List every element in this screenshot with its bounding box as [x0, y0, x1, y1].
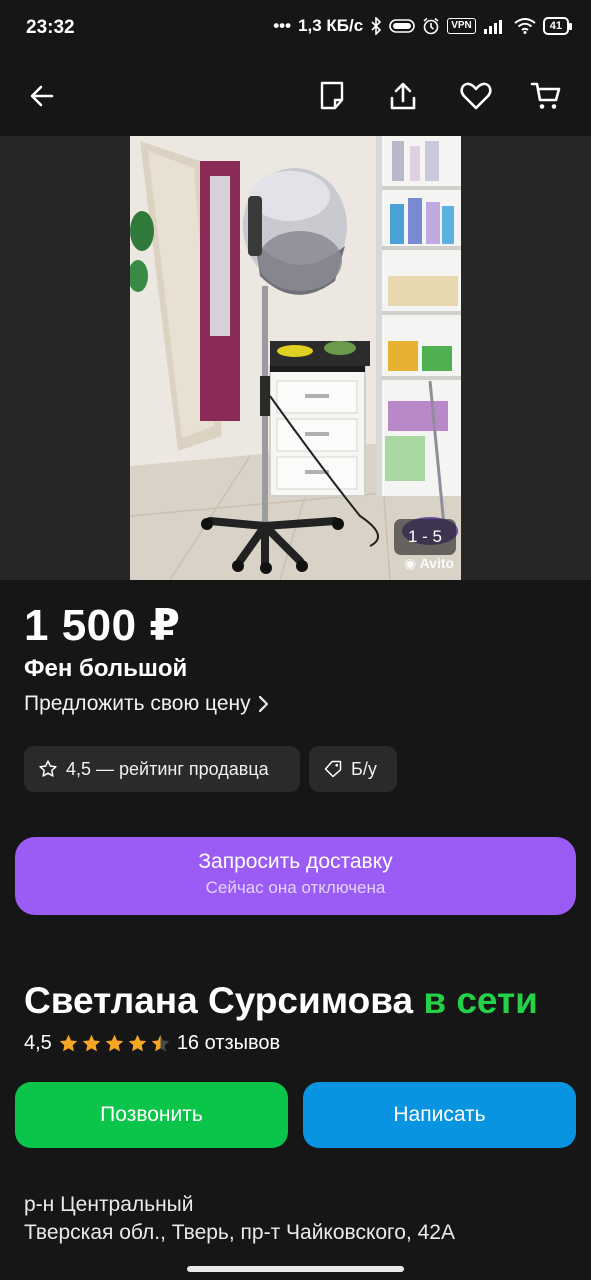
share-icon[interactable] [383, 76, 423, 116]
chevron-right-icon [258, 695, 268, 713]
seller-rating-row[interactable]: 4,5 16 отзывов [24, 1032, 280, 1055]
seller-name[interactable]: Светлана Сурсимова [24, 980, 413, 1021]
avito-watermark: ◉ Avito [404, 555, 454, 572]
vpn-icon: VPN [447, 18, 476, 34]
request-delivery-button[interactable]: Запросить доставку Сейчас она отключена [15, 837, 576, 915]
reviews-count[interactable]: 16 отзывов [177, 1032, 280, 1055]
star-outline-icon [39, 760, 57, 777]
call-button[interactable]: Позвонить [15, 1082, 288, 1148]
home-indicator[interactable] [187, 1266, 404, 1272]
cart-icon[interactable] [526, 76, 566, 116]
photo-gallery[interactable]: 1 - 5 [0, 136, 591, 580]
seller-rating-chip[interactable]: 4,5 — рейтинг продавца [24, 746, 300, 792]
half-star-icon [151, 1034, 170, 1052]
condition-chip[interactable]: Б/у [309, 746, 397, 792]
toggle-icon [389, 19, 415, 33]
seller-rating-value: 4,5 [24, 1032, 52, 1054]
status-time: 23:32 [26, 17, 75, 38]
heart-icon[interactable] [456, 76, 496, 116]
product-photo[interactable]: 1 - 5 [130, 136, 461, 580]
status-icons: ••• 1,3 КБ/с VPN 41 [273, 16, 573, 36]
status-bar: 23:32 ••• 1,3 КБ/с VPN 41 [0, 0, 591, 56]
listing-title: Фен большой [24, 655, 188, 682]
watermark-label: Avito [419, 555, 455, 571]
rating-stars [58, 1033, 171, 1054]
dots-icon: ••• [273, 16, 292, 35]
battery-icon: 41 [542, 17, 573, 35]
message-button[interactable]: Написать [303, 1082, 576, 1148]
star-icon [105, 1034, 124, 1052]
star-icon [82, 1034, 101, 1052]
delivery-label: Запросить доставку [198, 850, 393, 873]
seller-name-row[interactable]: Светлана Сурсимова в сети [24, 980, 538, 1022]
offer-price-link[interactable]: Предложить свою цену [24, 692, 269, 716]
offer-price-label: Предложить свою цену [24, 692, 251, 715]
seller-rating-chip-label: 4,5 — рейтинг продавца [66, 758, 269, 779]
alarm-icon [423, 17, 439, 35]
back-arrow-icon[interactable] [22, 76, 62, 116]
listing-price: 1 500 ₽ [24, 601, 181, 650]
wifi-icon [514, 18, 536, 34]
online-status: в сети [423, 980, 538, 1021]
star-icon [59, 1034, 78, 1052]
top-bar [0, 56, 591, 136]
delivery-sublabel: Сейчас она отключена [205, 878, 386, 897]
note-icon[interactable] [312, 76, 352, 116]
location-address: Тверская обл., Тверь, пр-т Чайковского, … [24, 1221, 455, 1244]
condition-chip-label: Б/у [351, 758, 377, 779]
star-icon [128, 1034, 147, 1052]
photo-counter: 1 - 5 [394, 519, 456, 555]
signal-icon [483, 20, 502, 34]
bluetooth-icon [371, 17, 382, 35]
tag-icon [324, 760, 342, 778]
location-district: р-н Центральный [24, 1193, 194, 1216]
watermark-icon: ◉ [404, 555, 420, 571]
network-speed: 1,3 КБ/с [298, 16, 364, 35]
